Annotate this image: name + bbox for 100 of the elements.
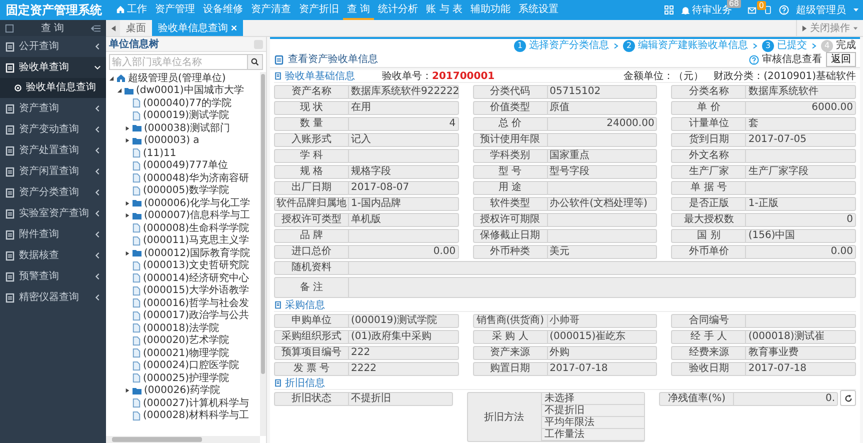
form-field[interactable]: 软件类型 办公软件(文档处理等): [472, 197, 658, 211]
tree-node[interactable]: (000027)计算机科学与: [143, 396, 249, 410]
tree-node[interactable]: 超级管理员(管理单位): [128, 72, 226, 85]
tree-node[interactable]: (000024)口腔医学院: [143, 359, 239, 372]
expanded-triangle-icon[interactable]: [116, 88, 122, 94]
audit-link[interactable]: 审核信息查看: [749, 53, 822, 66]
form-field[interactable]: 购置日期 2017-07-18: [472, 362, 658, 376]
form-field[interactable]: 外币单价 0.00: [671, 245, 856, 259]
tree-node[interactable]: (000017)政治学与公共: [143, 309, 249, 322]
tree-node[interactable]: (000007)信息科学与工: [144, 209, 250, 222]
form-field[interactable]: 单 据 号: [671, 181, 856, 195]
tree-node[interactable]: (000003) a: [144, 134, 200, 148]
collapsed-triangle-icon[interactable]: [124, 200, 130, 206]
search-field[interactable]: 输入部门或单位名称: [109, 54, 263, 70]
form-field[interactable]: 型 号 型号字段: [472, 165, 658, 179]
form-field[interactable]: 发 票 号 2222: [274, 362, 459, 376]
tree-node[interactable]: (000026)药学院: [144, 384, 220, 398]
collapsed-triangle-icon[interactable]: [124, 250, 130, 256]
form-field[interactable]: 计量单位 套: [671, 117, 856, 131]
sidebar-item[interactable]: 数据核查: [0, 245, 106, 266]
form-field[interactable]: 折旧状态 不提折旧: [274, 392, 453, 406]
form-field[interactable]: 入账形式 记入: [274, 133, 459, 147]
form-field[interactable]: 出厂日期 2017-08-07: [274, 181, 459, 195]
expanded-triangle-icon[interactable]: [108, 76, 114, 81]
form-field[interactable]: 是否正版 1-正版: [671, 197, 856, 211]
form-field[interactable]: 预算项目编号 222: [274, 346, 459, 360]
list-option[interactable]: 平均年限法: [542, 417, 644, 429]
form-field[interactable]: 采 购 人 (000015)崔屹东: [472, 330, 658, 344]
tree-node[interactable]: (000025)护理学院: [143, 372, 229, 385]
sidebar-item[interactable]: 实验室资产查询: [0, 203, 106, 224]
tree-node[interactable]: (000008)生命科学学院: [143, 222, 249, 235]
tree-node[interactable]: (000021)物理学院: [143, 346, 229, 360]
form-field[interactable]: 生产厂家 生产厂家字段: [671, 165, 856, 179]
tree-node[interactable]: (11)11: [143, 146, 176, 160]
close-icon[interactable]: [231, 25, 237, 31]
tree-node[interactable]: (000014)经济研究中心: [143, 272, 249, 285]
tree-node[interactable]: (000012)国际教育学院: [144, 246, 250, 260]
list-option[interactable]: 未选择: [542, 393, 644, 405]
scrollbar[interactable]: [106, 436, 260, 443]
form-field[interactable]: 软件品牌归属地 1-国内品牌: [274, 197, 459, 211]
tree-node[interactable]: (000005)数学学院: [143, 184, 229, 198]
form-field[interactable]: 货到日期 2017-07-05: [671, 133, 856, 147]
form-field[interactable]: 国 别 (156)中国: [671, 229, 856, 243]
form-field[interactable]: 规 格 规格字段: [274, 165, 459, 179]
form-field[interactable]: 价值类型 原值: [472, 101, 658, 115]
tree-node[interactable]: (000038)测试部门: [144, 122, 230, 135]
form-field[interactable]: 总 价 24000.00: [472, 117, 658, 131]
sidebar-item[interactable]: 附件查询: [0, 224, 106, 245]
sidebar-item[interactable]: 资产分类查询: [0, 182, 106, 203]
form-field[interactable]: 学 科: [274, 149, 459, 163]
form-field[interactable]: 品 牌: [274, 229, 459, 243]
form-field[interactable]: 经费来源 教育事业费: [671, 346, 856, 360]
tree-node[interactable]: (000028)材料科学与工: [143, 409, 249, 422]
form-field[interactable]: 备 注: [274, 277, 856, 298]
form-field[interactable]: 销售商(供货商) 小帅哥: [472, 314, 658, 328]
search-icon[interactable]: [251, 58, 259, 66]
sidebar-item[interactable]: 资产变动查询: [0, 119, 106, 140]
tab[interactable]: 桌面: [120, 20, 152, 36]
help-icon[interactable]: [779, 5, 789, 15]
tree-node[interactable]: (000018)法学院: [143, 322, 219, 335]
tree-node[interactable]: (000006)化学与化工学: [144, 196, 250, 210]
form-field[interactable]: 最大授权数 0: [671, 213, 856, 227]
tree-node[interactable]: (000015)大学外语教学: [143, 284, 249, 298]
sidebar-item[interactable]: 公开查询: [0, 36, 106, 57]
phone-icon[interactable]: [764, 5, 772, 15]
form-field[interactable]: 分类代码 05715102: [472, 85, 658, 99]
form-field[interactable]: 数 量 4: [274, 117, 459, 131]
sidebar-subitem[interactable]: 验收单信息查询: [0, 78, 106, 98]
tree-node[interactable]: (000048)华为济南容研: [143, 172, 249, 185]
tree-node[interactable]: (000049)777单位: [143, 159, 228, 172]
sidebar-item[interactable]: 验收单查询: [0, 57, 106, 78]
sidebar-item[interactable]: 资产闲置查询: [0, 161, 106, 182]
tree-node[interactable]: (dw0001)中国城市大学: [136, 84, 244, 98]
form-field[interactable]: 单 价 6000.00: [671, 101, 856, 115]
form-field[interactable]: 申购单位 (000019)测试学院: [274, 314, 459, 328]
form-field[interactable]: 授权许可期限: [472, 213, 658, 227]
form-field[interactable]: 净残值率(%) 0.: [659, 392, 838, 406]
form-field[interactable]: 外币种类 美元: [472, 245, 658, 259]
scroll-right-icon[interactable]: [802, 24, 807, 32]
method-list[interactable]: 折旧方法 未选择 不提折旧 平均年限法 工作量法: [466, 392, 646, 442]
form-field[interactable]: 预计使用年限: [472, 133, 658, 147]
form-field[interactable]: 资产名称 数据库系统软件922222: [274, 85, 459, 99]
refresh-button[interactable]: [840, 390, 856, 406]
collapsed-triangle-icon[interactable]: [124, 126, 130, 131]
tree-node[interactable]: (000011)马克思主义学: [143, 234, 249, 248]
sidebar-item[interactable]: 资产处置查询: [0, 140, 106, 161]
tree-node[interactable]: (000016)哲学与社会发: [143, 296, 249, 310]
form-field[interactable]: 外文名称: [671, 149, 856, 163]
sidebar-item[interactable]: 预警查询: [0, 266, 106, 287]
collapsed-triangle-icon[interactable]: [124, 213, 130, 218]
form-field[interactable]: 随机资料: [274, 261, 856, 275]
form-field[interactable]: 验收日期 2017-07-18: [671, 362, 856, 376]
tree-node[interactable]: (000020)艺术学院: [143, 334, 229, 348]
scrollbar[interactable]: [260, 72, 266, 436]
form-field[interactable]: 经 手 人 (000018)测试崔: [671, 330, 856, 344]
list-option[interactable]: 不提折旧: [542, 405, 644, 417]
form-field[interactable]: 授权许可类型 单机版: [274, 213, 459, 227]
sidebar-item[interactable]: 精密仪器查询: [0, 287, 106, 308]
menu-icon[interactable]: [91, 24, 101, 32]
collapse-handle[interactable]: [254, 40, 263, 48]
